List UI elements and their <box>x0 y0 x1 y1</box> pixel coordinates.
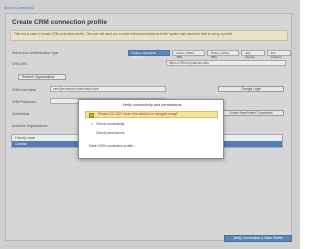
verify-save-button[interactable]: Verify Connection & Save Profile <box>224 235 292 242</box>
tab-online-microsoft[interactable]: Online - Microsoft Account <box>128 50 171 59</box>
info-alert: This tool is used to create CRM connecti… <box>10 30 288 41</box>
warning-icon <box>89 113 94 118</box>
crm-url-label: CRM URL <box>12 62 28 66</box>
page-title: Create CRM connection profile <box>12 19 107 26</box>
check-connectivity-row: ✓ Check connectivity <box>91 122 124 126</box>
check-permissions-label: Check permissions <box>95 131 125 135</box>
password-label: CRM Password <box>12 100 36 104</box>
auth-tabs: Online - Microsoft Account Online (Offic… <box>128 50 291 59</box>
checkmark-icon: ✓ <box>91 122 94 126</box>
available-organizations-label: Available Organizations <box>12 124 48 128</box>
retrieve-organizations-button[interactable]: Retrieve Organizations <box>18 74 66 80</box>
tab-app-access[interactable]: App Access <box>241 50 265 59</box>
tab-office365-alt[interactable]: Online (Office 365) <box>206 50 240 59</box>
dialog-title: Verify connectivity and permissions <box>122 103 182 107</box>
verify-dialog: Verify connectivity and permissions Plea… <box>78 99 224 159</box>
credentials-label: Credentials <box>12 112 30 116</box>
create-connection-button[interactable]: Create New/Select Connection <box>218 110 284 116</box>
tab-ifd-claims[interactable]: IFD (Claims) <box>266 50 291 59</box>
check-permissions-row: Check permissions <box>91 131 125 135</box>
warning-text: Please DO NOT close this window or navig… <box>98 112 179 116</box>
tab-office365[interactable]: Online (Office 365) <box>172 50 205 59</box>
crm-url-field[interactable]: https://CRM4.dynamics.com <box>166 60 286 66</box>
change-login-button[interactable]: Change Login <box>218 86 284 92</box>
username-label: CRM Username <box>12 88 37 92</box>
back-link[interactable]: Back to Connections <box>4 6 44 11</box>
warning-banner: Please DO NOT close this window or navig… <box>85 111 218 118</box>
check-connectivity-label: Check connectivity <box>95 122 125 126</box>
username-field[interactable]: user@example.onmicrosoft.com <box>50 86 166 92</box>
auth-type-label: Select your authentication type <box>12 51 59 55</box>
save-profile-status: Save CRM connection profile... <box>89 144 136 148</box>
